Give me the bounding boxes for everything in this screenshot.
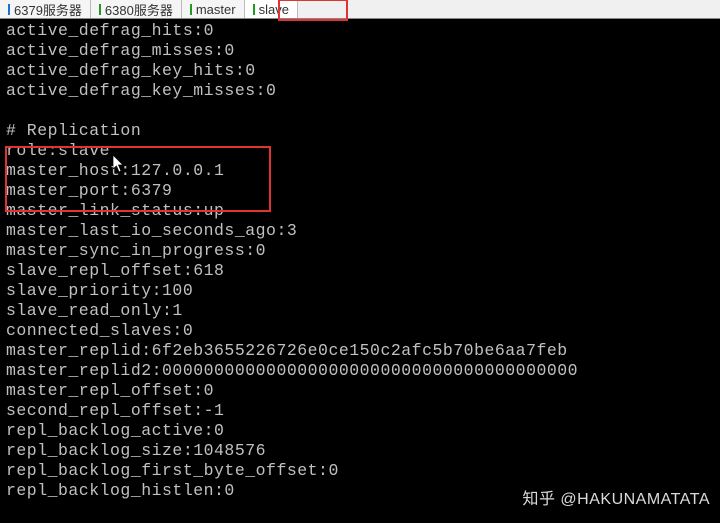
tab-marker-icon <box>190 4 192 15</box>
terminal-line: master_link_status:up <box>6 201 714 221</box>
terminal-line: master_repl_offset:0 <box>6 381 714 401</box>
tab-marker-icon <box>8 4 10 15</box>
tab-label: 6379服务器 <box>14 0 82 19</box>
terminal-line: repl_backlog_first_byte_offset:0 <box>6 461 714 481</box>
tab-label: master <box>196 2 236 17</box>
terminal-line: slave_priority:100 <box>6 281 714 301</box>
terminal-line: connected_slaves:0 <box>6 321 714 341</box>
tab-label: slave <box>259 2 289 17</box>
terminal-line: active_defrag_misses:0 <box>6 41 714 61</box>
terminal-line: master_replid:6f2eb3655226726e0ce150c2af… <box>6 341 714 361</box>
terminal-line: active_defrag_key_misses:0 <box>6 81 714 101</box>
tab-0[interactable]: 6379服务器 <box>0 0 91 18</box>
terminal-line: active_defrag_hits:0 <box>6 21 714 41</box>
tab-bar: 6379服务器 6380服务器 master slave <box>0 0 720 19</box>
terminal-line: master_sync_in_progress:0 <box>6 241 714 261</box>
tab-2[interactable]: master <box>182 0 245 18</box>
terminal-line <box>6 101 714 121</box>
terminal-line: active_defrag_key_hits:0 <box>6 61 714 81</box>
terminal-line: master_port:6379 <box>6 181 714 201</box>
terminal-line: slave_repl_offset:618 <box>6 261 714 281</box>
tab-1[interactable]: 6380服务器 <box>91 0 182 18</box>
watermark: 知乎 @HAKUNAMATATA <box>522 485 710 509</box>
terminal-line: master_last_io_seconds_ago:3 <box>6 221 714 241</box>
terminal-line: repl_backlog_size:1048576 <box>6 441 714 461</box>
terminal-output: active_defrag_hits:0active_defrag_misses… <box>0 19 720 505</box>
terminal-line: master_host:127.0.0.1 <box>6 161 714 181</box>
terminal-line: master_replid2:0000000000000000000000000… <box>6 361 714 381</box>
tab-label: 6380服务器 <box>105 0 173 19</box>
terminal-line: slave_read_only:1 <box>6 301 714 321</box>
terminal-line: second_repl_offset:-1 <box>6 401 714 421</box>
tab-marker-icon <box>99 4 101 15</box>
terminal-line: repl_backlog_active:0 <box>6 421 714 441</box>
tab-3[interactable]: slave <box>245 0 298 18</box>
terminal-line: # Replication <box>6 121 714 141</box>
tab-marker-icon <box>253 4 255 15</box>
terminal-line: role:slave <box>6 141 714 161</box>
